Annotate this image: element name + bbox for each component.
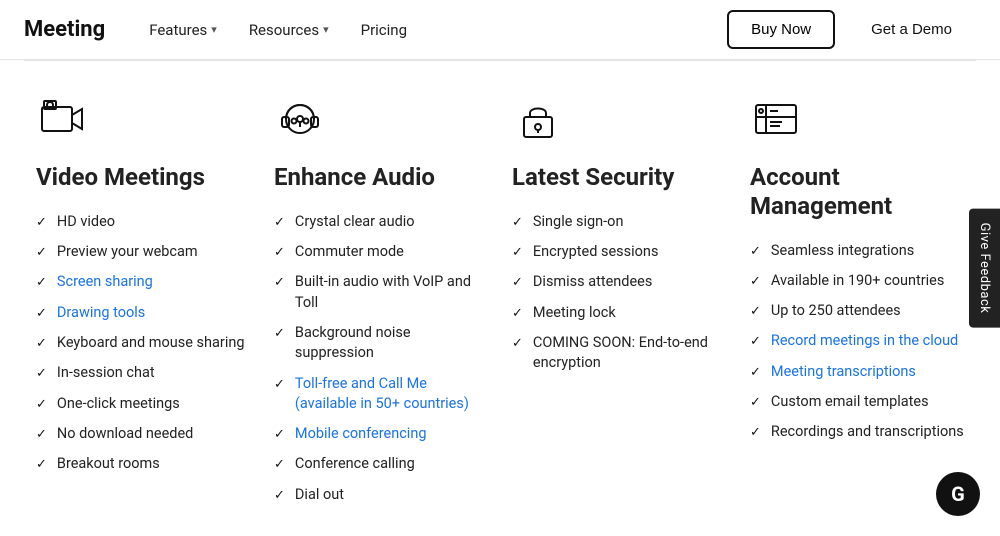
headset-icon (274, 93, 326, 145)
check-icon: ✓ (512, 305, 523, 323)
list-item: ✓ Available in 190+ countries (750, 271, 964, 291)
video-icon (36, 93, 88, 145)
check-icon: ✓ (274, 487, 285, 505)
mobile-conferencing-link[interactable]: Mobile conferencing (295, 424, 427, 444)
account-icon (750, 93, 802, 145)
column-title-video: Video Meetings (36, 163, 250, 192)
check-icon: ✓ (512, 274, 523, 292)
check-icon: ✓ (750, 333, 761, 351)
audio-feature-list: ✓ Crystal clear audio ✓ Commuter mode ✓ … (274, 212, 488, 505)
list-item: ✓ Conference calling (274, 454, 488, 474)
check-icon: ✓ (274, 214, 285, 232)
list-item: ✓ Drawing tools (36, 303, 250, 323)
column-title-account: Account Management (750, 163, 964, 221)
buy-now-button[interactable]: Buy Now (727, 10, 835, 49)
screen-sharing-link[interactable]: Screen sharing (57, 272, 153, 292)
drawing-tools-link[interactable]: Drawing tools (57, 303, 145, 323)
chevron-down-icon: ▾ (323, 23, 329, 36)
check-icon: ✓ (36, 365, 47, 383)
meeting-transcriptions-link[interactable]: Meeting transcriptions (771, 362, 916, 382)
list-item: ✓ Toll-free and Call Me (available in 50… (274, 374, 488, 415)
check-icon: ✓ (274, 325, 285, 343)
list-item: ✓ Custom email templates (750, 392, 964, 412)
check-icon: ✓ (274, 274, 285, 292)
navbar: Meeting Features ▾ Resources ▾ Pricing B… (0, 0, 1000, 60)
list-item: ✓ Dial out (274, 485, 488, 505)
check-icon: ✓ (36, 396, 47, 414)
check-icon: ✓ (274, 426, 285, 444)
list-item: ✓ COMING SOON: End-to-end encryption (512, 333, 726, 374)
features-grid: Video Meetings ✓ HD video ✓ Preview your… (0, 61, 1000, 529)
security-feature-list: ✓ Single sign-on ✓ Encrypted sessions ✓ … (512, 212, 726, 374)
nav-actions: Buy Now Get a Demo (727, 10, 976, 49)
column-title-security: Latest Security (512, 163, 726, 192)
check-icon: ✓ (512, 214, 523, 232)
check-icon: ✓ (36, 214, 47, 232)
check-icon: ✓ (512, 335, 523, 353)
video-feature-list: ✓ HD video ✓ Preview your webcam ✓ Scree… (36, 212, 250, 475)
nav-resources[interactable]: Resources ▾ (237, 13, 341, 47)
nav-features[interactable]: Features ▾ (137, 13, 229, 47)
list-item: ✓ Record meetings in the cloud (750, 331, 964, 351)
list-item: ✓ Dismiss attendees (512, 272, 726, 292)
check-icon: ✓ (750, 303, 761, 321)
give-feedback-button[interactable]: Give Feedback (969, 209, 1000, 328)
check-icon: ✓ (274, 456, 285, 474)
list-item: ✓ Recordings and transcriptions (750, 422, 964, 442)
column-enhance-audio: Enhance Audio ✓ Crystal clear audio ✓ Co… (262, 93, 500, 505)
chevron-down-icon: ▾ (211, 23, 217, 36)
list-item: ✓ Keyboard and mouse sharing (36, 333, 250, 353)
list-item: ✓ Background noise suppression (274, 323, 488, 364)
check-icon: ✓ (36, 426, 47, 444)
column-video-meetings: Video Meetings ✓ HD video ✓ Preview your… (24, 93, 262, 505)
list-item: ✓ Commuter mode (274, 242, 488, 262)
g-brand-icon[interactable]: G (936, 472, 980, 516)
list-item: ✓ Single sign-on (512, 212, 726, 232)
check-icon: ✓ (36, 305, 47, 323)
lock-icon (512, 93, 564, 145)
check-icon: ✓ (36, 456, 47, 474)
list-item: ✓ One-click meetings (36, 394, 250, 414)
check-icon: ✓ (36, 244, 47, 262)
nav-pricing[interactable]: Pricing (349, 13, 419, 47)
list-item: ✓ Breakout rooms (36, 454, 250, 474)
check-icon: ✓ (274, 376, 285, 394)
column-latest-security: Latest Security ✓ Single sign-on ✓ Encry… (500, 93, 738, 505)
check-icon: ✓ (36, 335, 47, 353)
nav-links: Features ▾ Resources ▾ Pricing (137, 13, 727, 47)
check-icon: ✓ (36, 274, 47, 292)
list-item: ✓ Encrypted sessions (512, 242, 726, 262)
list-item: ✓ Mobile conferencing (274, 424, 488, 444)
list-item: ✓ HD video (36, 212, 250, 232)
get-demo-button[interactable]: Get a Demo (847, 10, 976, 49)
list-item: ✓ Built-in audio with VoIP and Toll (274, 272, 488, 313)
list-item: ✓ Crystal clear audio (274, 212, 488, 232)
list-item: ✓ Meeting transcriptions (750, 362, 964, 382)
list-item: ✓ Seamless integrations (750, 241, 964, 261)
list-item: ✓ Up to 250 attendees (750, 301, 964, 321)
check-icon: ✓ (750, 273, 761, 291)
list-item: ✓ No download needed (36, 424, 250, 444)
logo[interactable]: Meeting (24, 17, 105, 42)
column-account-management: Account Management ✓ Seamless integratio… (738, 93, 976, 505)
list-item: ✓ Meeting lock (512, 303, 726, 323)
account-feature-list: ✓ Seamless integrations ✓ Available in 1… (750, 241, 964, 443)
check-icon: ✓ (512, 244, 523, 262)
tollfree-link[interactable]: Toll-free and Call Me (available in 50+ … (295, 374, 488, 415)
list-item: ✓ Screen sharing (36, 272, 250, 292)
list-item: ✓ In-session chat (36, 363, 250, 383)
check-icon: ✓ (750, 394, 761, 412)
check-icon: ✓ (750, 424, 761, 442)
check-icon: ✓ (750, 364, 761, 382)
list-item: ✓ Preview your webcam (36, 242, 250, 262)
check-icon: ✓ (274, 244, 285, 262)
check-icon: ✓ (750, 243, 761, 261)
record-meetings-link[interactable]: Record meetings in the cloud (771, 331, 958, 351)
column-title-audio: Enhance Audio (274, 163, 488, 192)
